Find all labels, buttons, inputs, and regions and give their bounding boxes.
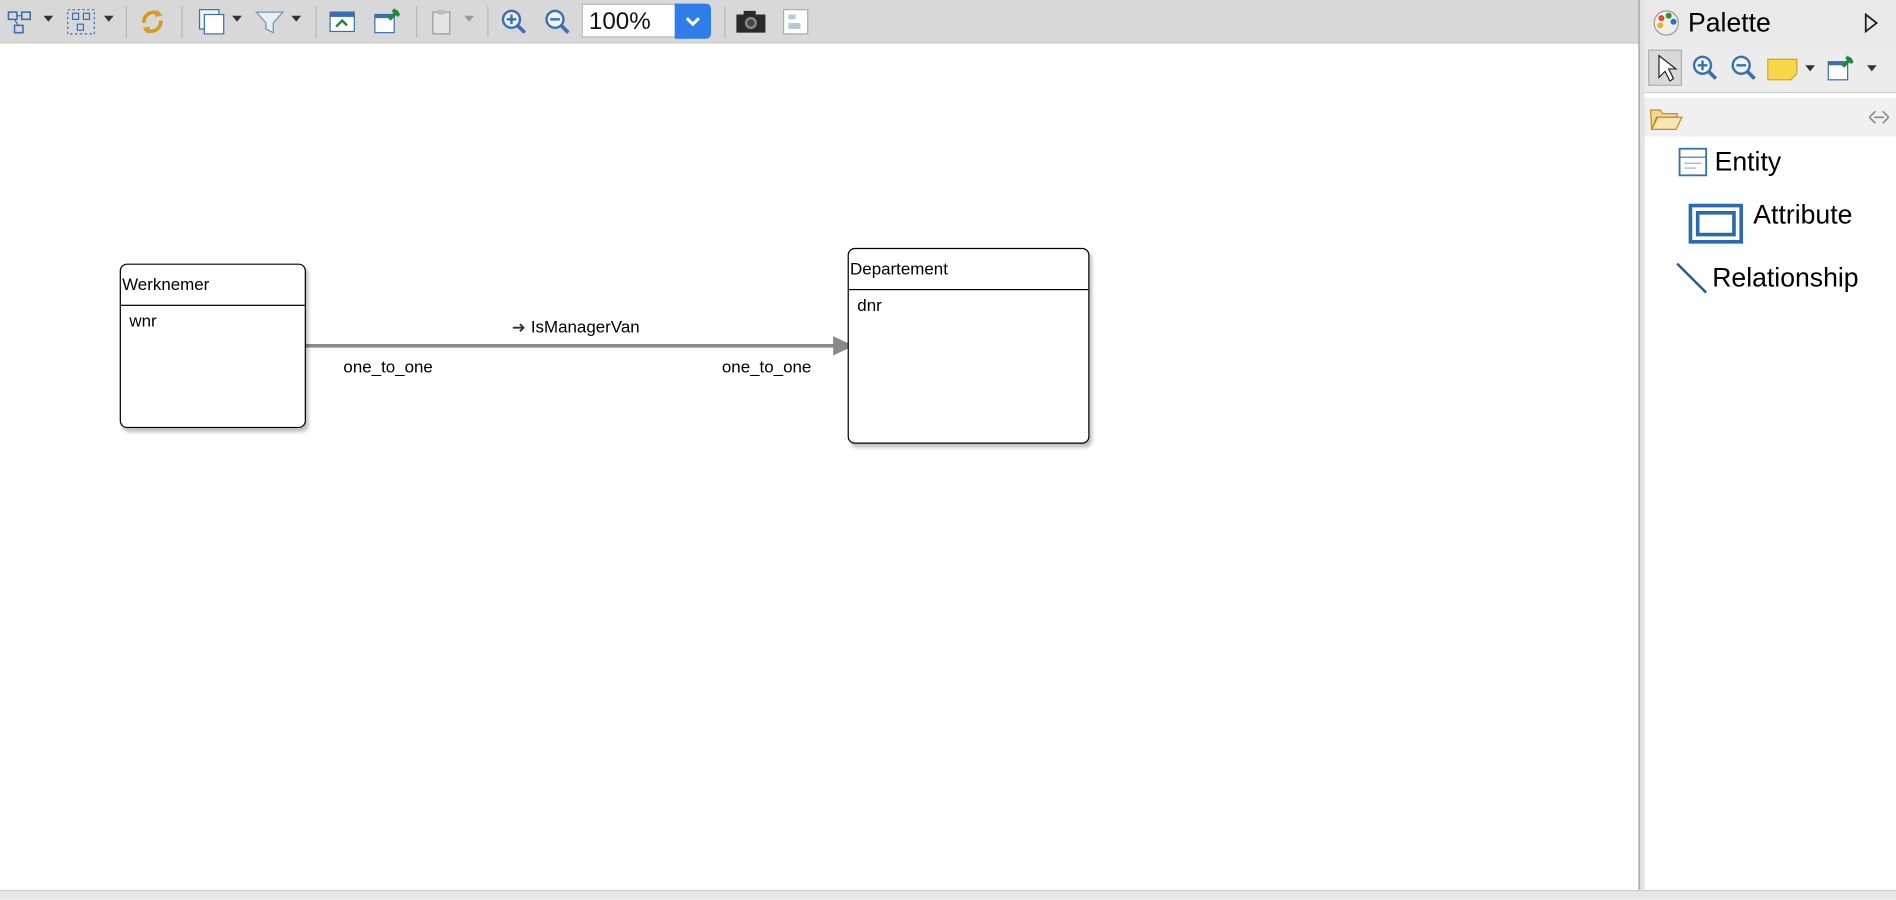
export-image-icon[interactable] [326,6,357,37]
camera-icon[interactable] [735,6,766,37]
palette-item-label: Attribute [1753,199,1853,230]
palette-item-attribute[interactable]: Attribute [1688,191,1852,249]
entity-icon [1678,147,1708,177]
refresh-icon[interactable] [137,6,168,37]
paste-format-dropdown-icon[interactable] [464,15,474,22]
outline-icon[interactable] [780,6,811,37]
zoom-out-icon[interactable] [1729,53,1758,82]
toolbar-separator [181,6,183,38]
pin-icon[interactable] [1826,53,1857,84]
palette-title: Palette [1688,7,1771,38]
relationship-name: IsManagerVan [530,316,640,337]
palette-item-label: Relationship [1712,262,1859,293]
layers-icon[interactable] [196,6,227,37]
target-cardinality-label[interactable]: one_to_one [722,357,811,376]
zoom-out-icon[interactable] [542,6,573,37]
palette-panel: Palette Entity Attribute Relationship [1644,0,1896,890]
relationship-name-label[interactable]: IsManagerVan [512,316,640,337]
zoom-level-dropdown[interactable] [674,3,711,39]
attribute-icon [1688,203,1744,244]
diagram-toolbar: 100% [0,0,1639,44]
filter-dropdown-icon[interactable] [291,15,302,22]
toolbar-separator [415,6,418,38]
relationship-icon [1676,262,1708,294]
note-dropdown-icon[interactable] [1805,65,1815,72]
zoom-in-icon[interactable] [1690,53,1719,82]
palette-item-relationship[interactable]: Relationship [1674,260,1859,296]
arrow-right-icon [512,323,525,333]
palette-header: Palette [1644,0,1896,48]
pin-drawer-icon[interactable] [1867,109,1891,126]
attribute-item[interactable]: wnr [129,311,156,330]
palette-item-entity[interactable]: Entity [1677,146,1781,177]
source-cardinality-label[interactable]: one_to_one [343,357,432,376]
toolbar-separator [315,6,317,38]
palette-icon [1653,10,1679,36]
pin-icon[interactable] [371,6,402,37]
entity-name: Werknemer [120,265,305,306]
toolbar-separator [724,6,726,38]
zoom-level-field[interactable]: 100% [581,3,676,38]
palette-drawer-header[interactable] [1644,97,1896,137]
arrange-dropdown-icon[interactable] [43,15,54,22]
status-strip [0,889,1896,900]
pin-dropdown-icon[interactable] [1866,65,1877,72]
entity-departement[interactable]: Departement dnr [847,247,1090,444]
toolbar-separator [125,6,127,38]
select-all-icon[interactable] [65,6,96,37]
palette-toolbar [1644,45,1896,94]
folder-open-icon [1649,109,1683,130]
toolbar-separator [487,6,489,38]
select-tool[interactable] [1648,49,1682,86]
paste-format-icon[interactable] [427,6,458,37]
arrange-icon[interactable] [5,6,36,37]
select-dropdown-icon[interactable] [103,15,114,22]
chevron-down-icon [685,16,700,26]
entity-name: Departement [848,249,1089,291]
pointer-icon [1658,54,1678,82]
filter-icon[interactable] [254,6,285,37]
diagram-canvas[interactable]: IsManagerVan one_to_one one_to_one Werkn… [0,43,1639,890]
palette-item-label: Entity [1714,146,1782,177]
entity-werknemer[interactable]: Werknemer wnr [119,263,306,429]
note-icon[interactable] [1767,57,1798,81]
layers-dropdown-icon[interactable] [232,15,242,22]
zoom-in-icon[interactable] [498,6,529,37]
collapse-palette-icon[interactable] [1862,12,1879,34]
relationship-edge[interactable] [0,44,1638,890]
attribute-item[interactable]: dnr [857,295,881,314]
